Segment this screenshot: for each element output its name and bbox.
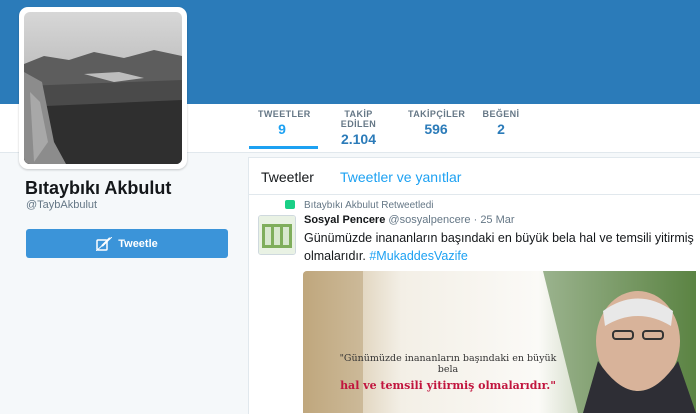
- stat-label: TAKİP EDİLEN: [340, 109, 377, 129]
- media-quote-line1: "Günümüzde inananların başındaki en büyü…: [339, 353, 557, 375]
- avatar-photo: [24, 12, 182, 164]
- tweet-author-handle[interactable]: @sosyalpencere: [388, 214, 470, 226]
- active-tab-underline: [249, 146, 318, 149]
- tweet-date[interactable]: 25 Mar: [480, 214, 514, 226]
- stat-label: TWEETLER: [258, 109, 311, 119]
- tweet-button-label: Tweetle: [118, 237, 158, 250]
- stat-label: TAKİPÇİLER: [408, 109, 466, 119]
- tweet-header: Sosyal Pencere @sosyalpencere · 25 Mar: [304, 214, 515, 226]
- tweet-body: Günümüzde inananların başındaki en büyük…: [304, 231, 694, 263]
- profile-handle[interactable]: @TaybAkbulut: [26, 199, 97, 211]
- media-quote: "Günümüzde inananların başındaki en büyü…: [333, 353, 563, 392]
- tab-tweets[interactable]: Tweetler: [261, 169, 314, 185]
- profile-name[interactable]: Bıtaybıkı Akbulut: [25, 178, 171, 199]
- retweet-icon: [285, 200, 295, 209]
- compose-tweet-icon: [96, 236, 113, 251]
- stat-followers[interactable]: TAKİPÇİLER 596: [408, 109, 466, 137]
- stat-likes[interactable]: BEĞENİ 2: [481, 109, 521, 137]
- tweet-separator: ·: [473, 214, 478, 226]
- tweet-button[interactable]: Tweetle: [26, 229, 228, 258]
- stat-value: 9: [278, 121, 286, 137]
- tweet-text: Günümüzde inananların başındaki en büyük…: [304, 229, 696, 265]
- stat-value: 2.104: [340, 131, 377, 147]
- stat-tweets[interactable]: TWEETLER 9: [258, 109, 311, 137]
- stat-following[interactable]: TAKİP EDİLEN 2.104: [327, 109, 390, 147]
- tweet-author-avatar[interactable]: [258, 215, 296, 255]
- profile-avatar[interactable]: [19, 7, 187, 169]
- tab-tweets-and-replies[interactable]: Tweetler ve yanıtlar: [340, 169, 461, 185]
- tweet-author-name[interactable]: Sosyal Pencere: [304, 214, 385, 226]
- stat-value: 596: [424, 121, 448, 137]
- tweet-hashtag[interactable]: #MukaddesVazife: [369, 249, 467, 263]
- stat-label: BEĞENİ: [482, 109, 520, 119]
- timeline-tabs: Tweetler Tweetler ve yanıtlar: [249, 158, 700, 195]
- retweet-notice[interactable]: Bıtaybıkı Akbulut Retweetledi: [304, 200, 434, 211]
- stat-value: 2: [497, 121, 505, 137]
- media-quote-line2: hal ve temsili yitirmiş olmalarıdır.": [340, 379, 556, 392]
